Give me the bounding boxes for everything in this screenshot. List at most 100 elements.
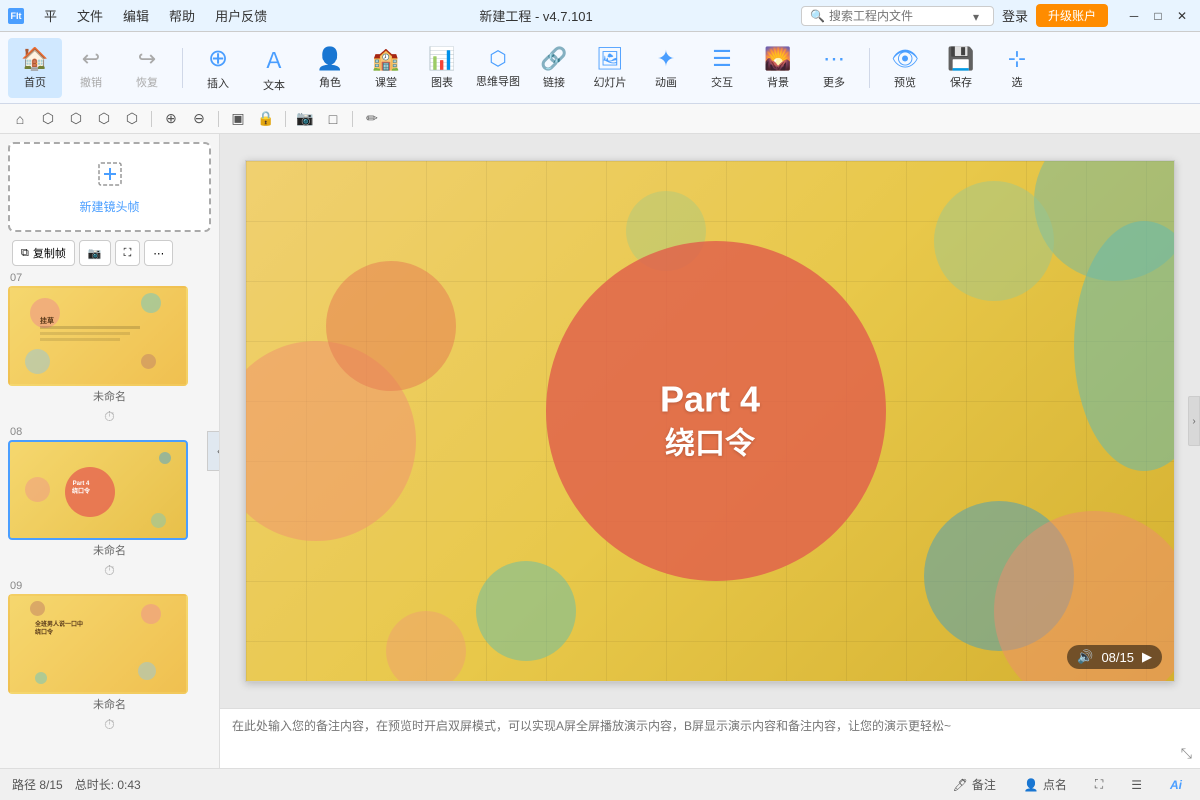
menu-ping[interactable]: 平 [40,4,61,27]
menu-file[interactable]: 文件 [73,4,107,27]
new-frame-button[interactable]: 新建镜头帧 [8,142,211,232]
select-icon: ⊹ [1008,46,1026,72]
page-indicator: 🔊 08/15 ▶ [1067,645,1162,669]
search-box[interactable]: 🔍 ▾ [801,6,994,26]
ai-label: Ai [1170,778,1182,792]
canvas-list-btn[interactable]: ▣ [226,107,250,131]
toolbar-redo[interactable]: ↪ 恢复 [120,38,174,98]
canvas-shape4-btn[interactable]: ⬡ [120,107,144,131]
call-button[interactable]: 👤 点名 [1018,774,1073,795]
toolbar-background[interactable]: 🌄 背景 [751,38,805,98]
page-next-icon[interactable]: ▶ [1142,649,1152,665]
canvas-shape1-btn[interactable]: ⬡ [36,107,60,131]
thumb-08-content: Part 4绕口令 [10,442,186,538]
page-prev-icon[interactable]: 🔊 [1077,649,1093,665]
fullscreen-button[interactable]: ⛶ [115,240,141,266]
save-icon: 💾 [947,46,974,72]
app-icon: FIt [8,8,24,24]
slide-canvas: Part 4 绕口令 🔊 08/15 ▶ [245,160,1175,682]
slide-background [246,161,1174,681]
toolbar-background-label: 背景 [767,74,789,90]
toolbar-text[interactable]: Ａ 文本 [247,38,301,98]
toolbar-more[interactable]: ⋯ 更多 [807,38,861,98]
copy-frame-button[interactable]: ⧉ 复制帧 [12,240,75,266]
slide-label-09: 未命名 [8,696,211,712]
camera-capture-button[interactable]: 📷 [79,240,111,266]
main-toolbar: 🏠 首页 ↩ 撤销 ↪ 恢复 ⊕ 插入 Ａ 文本 👤 角色 🏫 课堂 [0,32,1200,104]
page-info: 08/15 [1101,650,1134,665]
fullscreen-icon: ⛶ [124,247,132,260]
circle-left-medium-orange [326,261,456,391]
mindmap-icon: ⬡ [489,46,506,71]
maximize-button[interactable]: □ [1148,6,1168,26]
more-options-button[interactable]: ⋯ [144,240,173,266]
canvas-frame-btn[interactable]: □ [321,107,345,131]
menu-feedback[interactable]: 用户反馈 [211,4,271,27]
canvas-shape2-btn[interactable]: ⬡ [64,107,88,131]
toolbar-slideshow[interactable]: 🖼 幻灯片 [583,38,637,98]
toolbar-select[interactable]: ⊹ 选 [990,38,1044,98]
circle-top-right-green [934,181,1054,301]
toolbar-insert[interactable]: ⊕ 插入 [191,38,245,98]
circle-center-main [546,241,886,581]
right-panel-collapse-button[interactable]: › [1188,396,1200,446]
upgrade-button[interactable]: 升级账户 [1036,4,1108,27]
settings-bottom-button[interactable]: ☰ [1125,776,1148,794]
canvas-camera-btn[interactable]: 📷 [293,107,317,131]
toolbar-chart-label: 图表 [431,74,453,90]
slide-thumb-07[interactable]: 挂草 [8,286,188,386]
toolbar-select-label: 选 [1012,74,1023,90]
slide-thumb-08[interactable]: Part 4绕口令 [8,440,188,540]
canvas-sep-2 [218,111,219,127]
status-duration: 总时长: 0:43 [75,776,141,793]
ai-button[interactable]: Ai [1164,776,1188,794]
toolbar-preview[interactable]: 👁 预览 [878,38,932,98]
canvas-main[interactable]: Part 4 绕口令 🔊 08/15 ▶ › [220,134,1200,708]
toolbar-interact[interactable]: ☰ 交互 [695,38,749,98]
toolbar-undo[interactable]: ↩ 撤销 [64,38,118,98]
fullscreen-bottom-button[interactable]: ⛶ [1089,775,1109,794]
call-label: 点名 [1043,776,1067,793]
slide-divider-07[interactable]: ⏱ [8,406,211,426]
toolbar-mindmap[interactable]: ⬡ 思维导图 [471,38,525,98]
slide-number-07: 07 [8,272,211,284]
canvas-lock-btn[interactable]: 🔒 [254,107,278,131]
slide-divider-09[interactable]: ⏱ [8,714,211,734]
search-dropdown-icon[interactable]: ▾ [973,10,985,22]
canvas-home-btn[interactable]: ⌂ [8,107,32,131]
camera-icon: 📷 [88,247,102,260]
canvas-zoomout-btn[interactable]: ⊖ [187,107,211,131]
login-button[interactable]: 登录 [1002,6,1028,25]
toolbar-link[interactable]: 🔗 链接 [527,38,581,98]
search-icon: 🔍 [810,9,825,23]
canvas-shape3-btn[interactable]: ⬡ [92,107,116,131]
toolbar-role[interactable]: 👤 角色 [303,38,357,98]
title-bar-right: 🔍 ▾ 登录 升级账户 ─ □ ✕ [801,4,1192,27]
menu-edit[interactable]: 编辑 [119,4,153,27]
annotate-button[interactable]: 🖊 备注 [947,774,1002,795]
toolbar-animation[interactable]: ✦ 动画 [639,38,693,98]
toolbar-home[interactable]: 🏠 首页 [8,38,62,98]
toolbar-save[interactable]: 💾 保存 [934,38,988,98]
status-path: 路径 8/15 [12,776,63,793]
search-input[interactable] [829,9,969,23]
slide-divider-08[interactable]: ⏱ [8,560,211,580]
canvas-toolbar: ⌂ ⬡ ⬡ ⬡ ⬡ ⊕ ⊖ ▣ 🔒 📷 □ ✏ [0,104,1200,134]
minimize-button[interactable]: ─ [1124,6,1144,26]
canvas-sep-3 [285,111,286,127]
annotate-icon: 🖊 [953,778,968,792]
status-left: 路径 8/15 总时长: 0:43 [12,776,141,793]
toolbar-chart[interactable]: 📊 图表 [415,38,469,98]
toolbar-class[interactable]: 🏫 课堂 [359,38,413,98]
sidebar-collapse-button[interactable]: ‹ [207,431,220,471]
canvas-zoomin-btn[interactable]: ⊕ [159,107,183,131]
canvas-edit-btn[interactable]: ✏ [360,107,384,131]
slide-thumb-09[interactable]: 全班男人说一口中绕口令 [8,594,188,694]
canvas-area: Part 4 绕口令 🔊 08/15 ▶ › ⤡ [220,134,1200,768]
notes-input[interactable] [232,717,1188,761]
close-button[interactable]: ✕ [1172,6,1192,26]
menu-help[interactable]: 帮助 [165,4,199,27]
annotate-label: 备注 [972,776,996,793]
notes-expand-button[interactable]: ⤡ [1181,745,1192,762]
canvas-sep-4 [352,111,353,127]
